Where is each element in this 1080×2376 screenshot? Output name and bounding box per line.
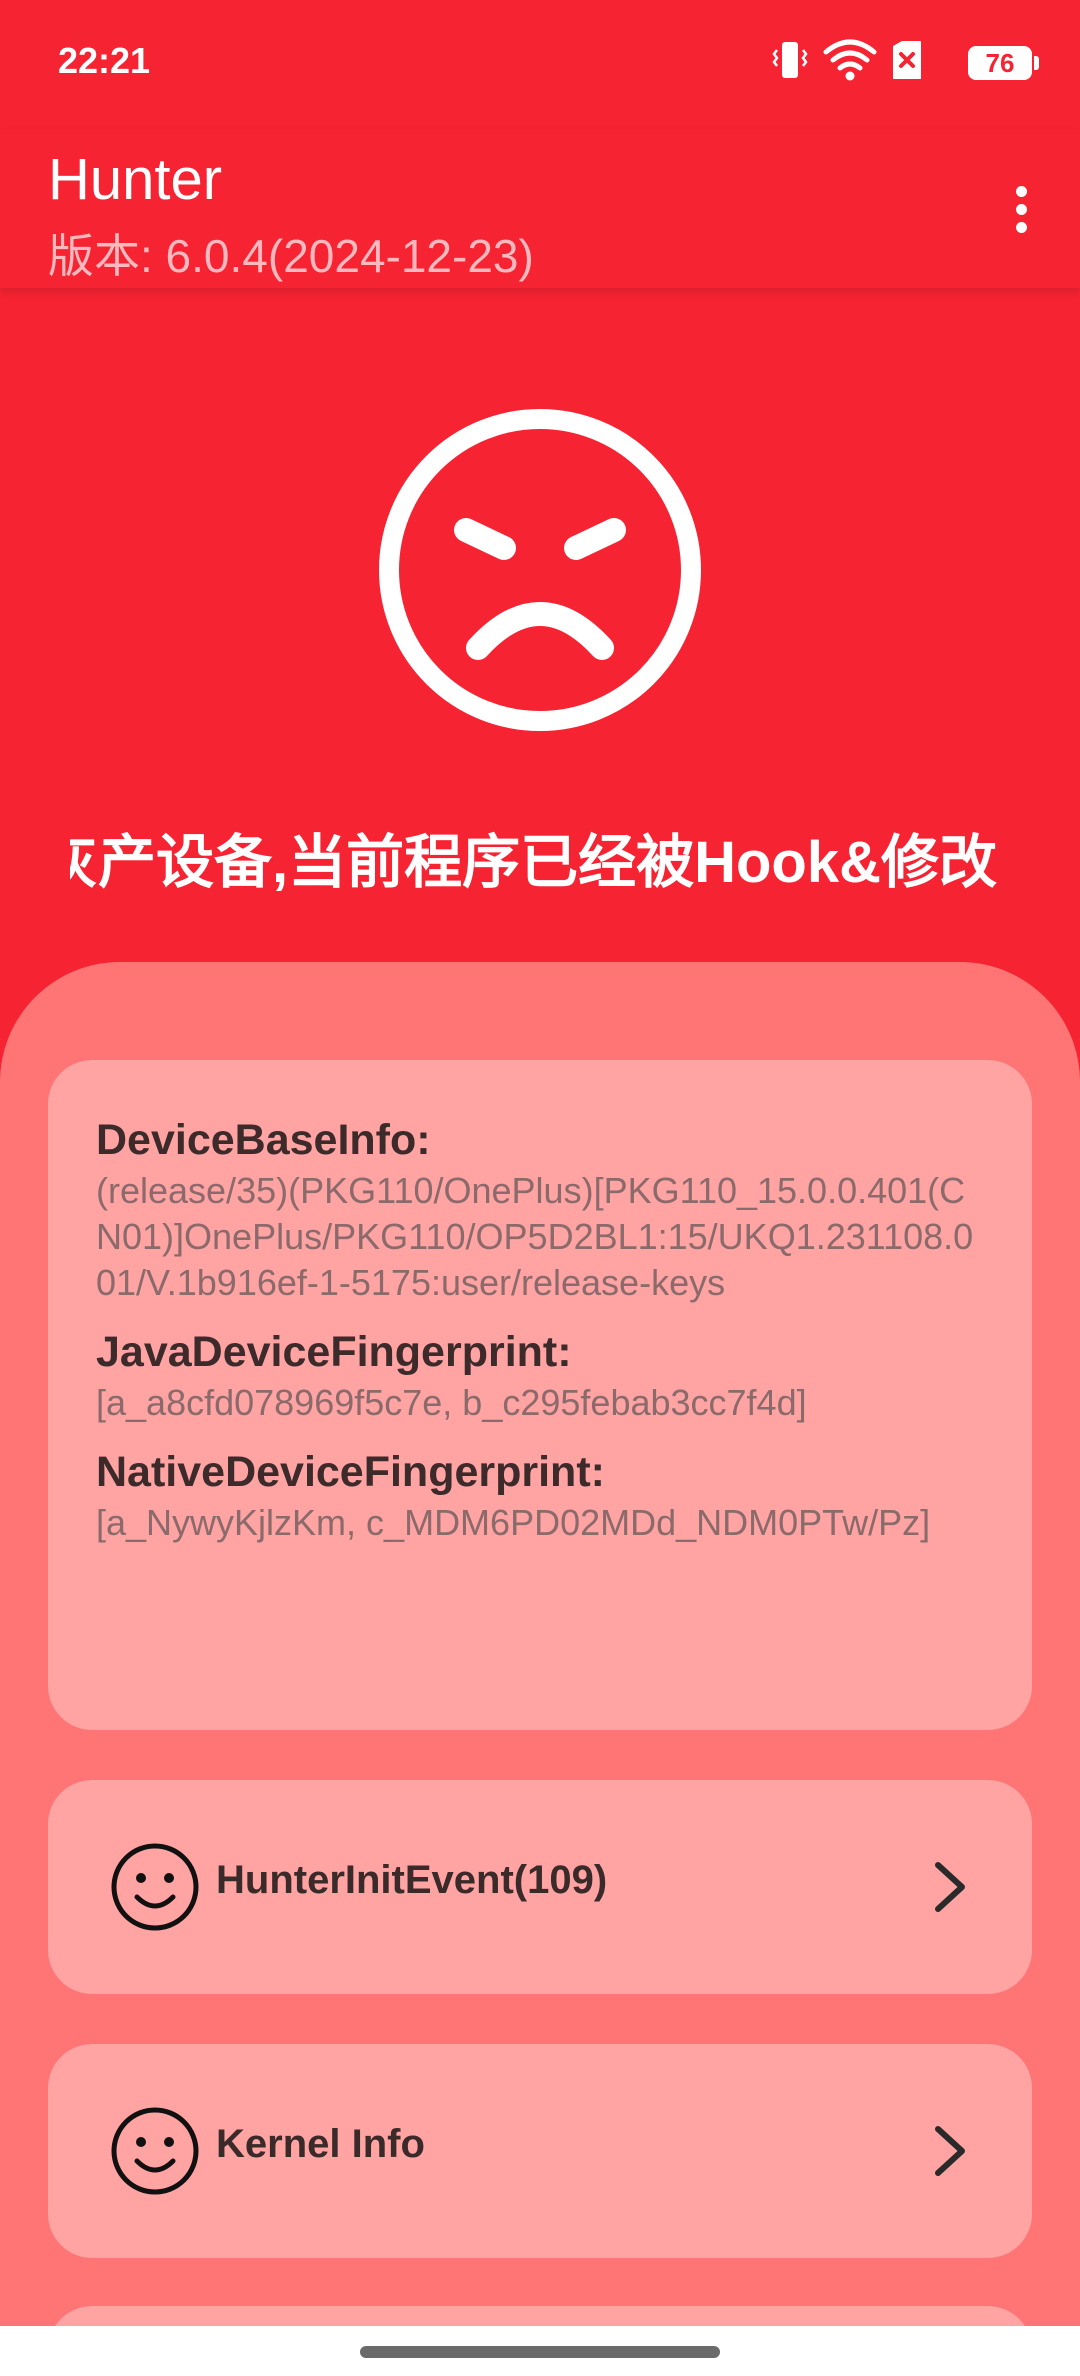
kernel-info-item[interactable]: Kernel Info (48, 2044, 1032, 2258)
device-base-info-label: DeviceBaseInfo: (96, 1116, 431, 1164)
more-vert-icon[interactable] (992, 168, 1052, 248)
status-icons: 76 (772, 38, 1039, 88)
device-base-info-value: (release/35)(PKG110/OnePlus)[PKG110_15.0… (96, 1170, 974, 1303)
smiley-icon (111, 2107, 199, 2195)
chevron-right-icon (935, 1862, 965, 1912)
native-fingerprint-label: NativeDeviceFingerprint: (96, 1448, 605, 1496)
native-fingerprint-value: [a_NywyKjlzKm, c_MDM6PD02MDd_NDM0PTw/Pz] (96, 1502, 931, 1543)
java-fingerprint-value: [a_a8cfd078969f5c7e, b_c295febab3cc7f4d] (96, 1382, 807, 1423)
sim-off-icon (893, 41, 921, 79)
warning-message-text: 灰产设备,当前程序已经被Hook&修改 (70, 830, 998, 895)
app-version: 版本: 6.0.4(2024-12-23) (48, 230, 534, 282)
vibrate-icon (772, 42, 808, 78)
home-indicator[interactable] (360, 2346, 720, 2358)
battery-icon: 76 (968, 46, 1039, 80)
wifi-icon (823, 39, 877, 81)
gesture-navigation-bar (0, 2326, 1080, 2376)
app-bar: Hunter 版本: 6.0.4(2024-12-23) (0, 130, 1080, 288)
kernel-info-label: Kernel Info (216, 2122, 425, 2166)
chevron-right-icon (935, 2126, 965, 2176)
hunter-init-event-item[interactable]: HunterInitEvent(109) (48, 1780, 1032, 1994)
warning-message: 灰产设备,当前程序已经被Hook&修改 (70, 815, 1010, 895)
hunter-init-event-label: HunterInitEvent(109) (216, 1858, 608, 1902)
status-time: 22:21 (58, 40, 151, 81)
app-title: Hunter (48, 147, 223, 212)
status-bar: 22:21 76 (0, 0, 1080, 130)
device-info-card: DeviceBaseInfo: (release/35)(PKG110/OneP… (48, 1060, 1032, 1730)
angry-face-icon (379, 409, 701, 731)
java-fingerprint-label: JavaDeviceFingerprint: (96, 1328, 572, 1376)
smiley-icon (111, 1843, 199, 1931)
